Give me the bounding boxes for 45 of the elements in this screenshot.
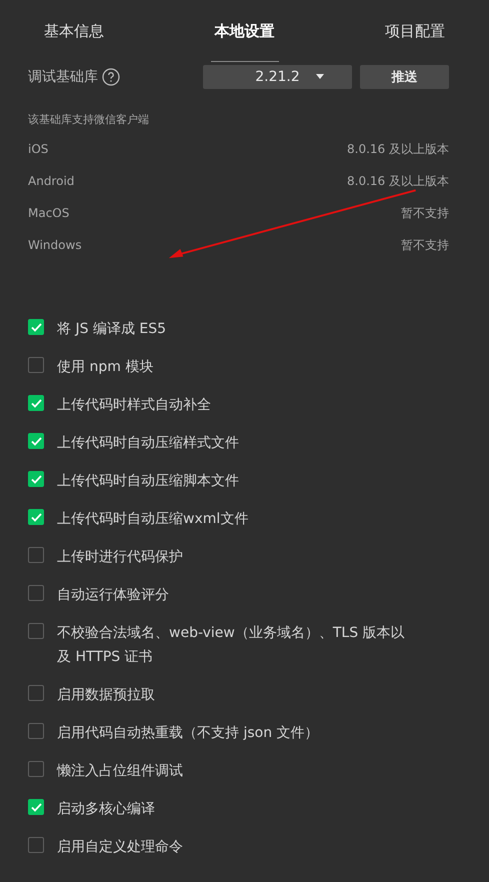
option-label: 启用代码自动热重载（不支持 json 文件） <box>57 724 319 743</box>
checkbox[interactable] <box>28 319 44 335</box>
option-label: 上传时进行代码保护 <box>57 548 183 567</box>
platform-name: Android <box>28 174 74 188</box>
checkbox[interactable] <box>28 547 44 563</box>
option-label: 上传代码时自动压缩样式文件 <box>57 434 239 453</box>
version-requirement: 暂不支持 <box>401 236 449 254</box>
caret-icon <box>316 74 324 79</box>
platform-name: iOS <box>28 142 48 156</box>
checkbox[interactable] <box>28 761 44 777</box>
option-label: 上传代码时样式自动补全 <box>57 396 211 415</box>
checkbox[interactable] <box>28 623 44 639</box>
option-label: 懒注入占位组件调试 <box>57 762 183 781</box>
option-label: 启用自定义处理命令 <box>57 838 183 857</box>
base-library-label: 调试基础库 <box>28 68 98 86</box>
help-icon[interactable] <box>102 68 120 86</box>
option-label: 启动多核心编译 <box>57 800 155 819</box>
checkbox[interactable] <box>28 723 44 739</box>
checkbox[interactable] <box>28 395 44 411</box>
option-label: 自动运行体验评分 <box>57 586 169 605</box>
checkbox[interactable] <box>28 685 44 701</box>
checkbox[interactable] <box>28 471 44 487</box>
option-label: 使用 npm 模块 <box>57 358 154 377</box>
checkbox[interactable] <box>28 509 44 525</box>
option-label: 将 JS 编译成 ES5 <box>57 320 166 339</box>
checkbox[interactable] <box>28 433 44 449</box>
tab[interactable]: 本地设置 <box>210 22 278 62</box>
version-requirement: 8.0.16 及以上版本 <box>347 140 449 158</box>
checkbox[interactable] <box>28 799 44 815</box>
version-requirement: 暂不支持 <box>401 204 449 222</box>
option-label: 上传代码时自动压缩脚本文件 <box>57 472 239 491</box>
push-button[interactable]: 推送 <box>360 65 449 89</box>
platform-name: MacOS <box>28 206 70 220</box>
version-dropdown[interactable]: 2.21.2 <box>203 65 352 89</box>
option-label: 不校验合法域名、web-view（业务域名）、TLS 版本以及 HTTPS 证书 <box>57 624 406 667</box>
option-label: 上传代码时自动压缩wxml文件 <box>57 510 248 529</box>
tab[interactable]: 项目配置 <box>381 22 449 62</box>
checkbox[interactable] <box>28 357 44 373</box>
checkbox[interactable] <box>28 837 44 853</box>
tab[interactable]: 基本信息 <box>40 22 108 62</box>
checkbox[interactable] <box>28 585 44 601</box>
support-title: 该基础库支持微信客户端 <box>28 112 150 127</box>
version-requirement: 8.0.16 及以上版本 <box>347 172 449 190</box>
platform-name: Windows <box>28 238 82 252</box>
option-label: 启用数据预拉取 <box>57 686 155 705</box>
